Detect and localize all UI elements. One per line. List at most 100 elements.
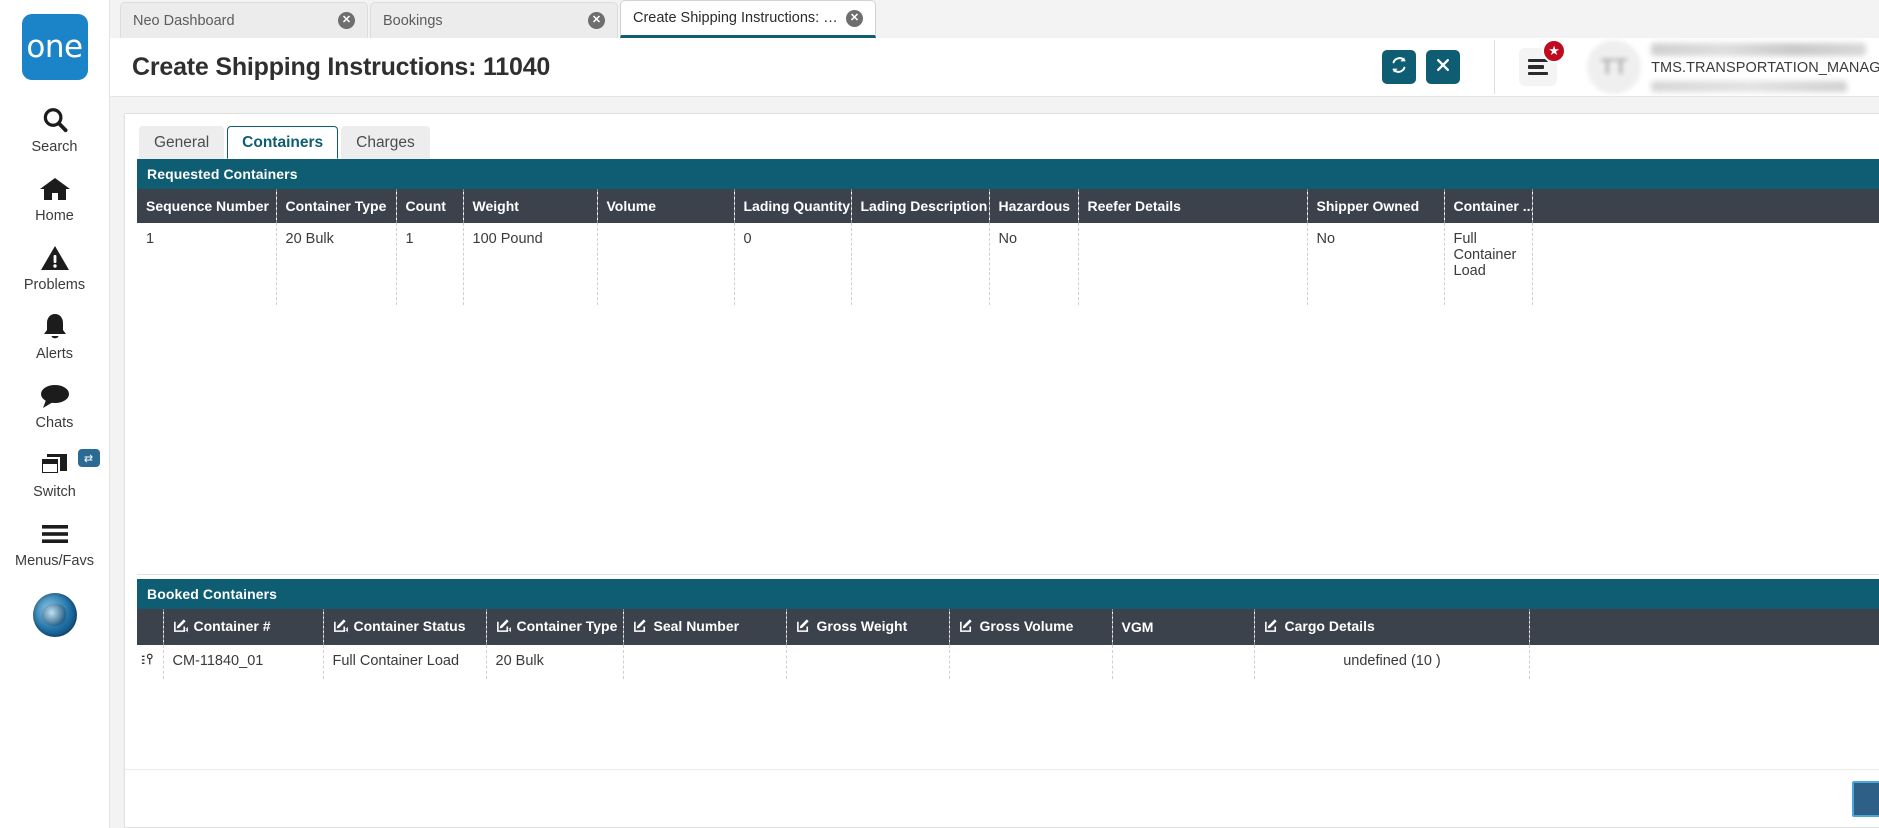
left-nav-rail: one Search Home Problems Alerts Chats ⇄ … <box>0 0 110 828</box>
user-org-redacted <box>1651 80 1848 92</box>
column-header-filler <box>1532 189 1879 223</box>
hamburger-menu-icon <box>1528 58 1549 76</box>
search-icon <box>40 102 70 138</box>
cell-container-type[interactable]: 20 Bulk <box>276 223 397 305</box>
sidebar-item-home[interactable]: Home <box>0 171 110 224</box>
table-row[interactable]: CM-11840_01 Full Container Load 20 Bulk … <box>137 645 1879 679</box>
column-header-container-load[interactable]: Container ... <box>1444 189 1533 223</box>
column-header-label: Container Status <box>353 618 466 634</box>
user-info: TMS.TRANSPORTATION_MANAGER <box>1651 42 1879 92</box>
cell-cargo-details[interactable]: undefined (10 ) <box>1254 645 1530 679</box>
browser-tab-bookings[interactable]: Bookings ✕ <box>370 2 618 38</box>
sidebar-item-chats[interactable]: Chats <box>0 378 110 431</box>
cell-count[interactable]: 1 <box>396 223 464 305</box>
row-detail-icon[interactable] <box>141 653 155 670</box>
cell-lading-description[interactable] <box>851 223 990 305</box>
column-header-container-type[interactable]: Container Type <box>276 189 397 223</box>
sidebar-item-menus-favs[interactable]: Menus/Favs <box>0 516 110 569</box>
column-header-filler <box>1529 609 1879 645</box>
page-body: General Containers Charges Requested Con… <box>110 97 1879 828</box>
svg-text:∗: ∗ <box>507 625 510 633</box>
tab-containers[interactable]: Containers <box>227 126 339 159</box>
column-header-lading-quantity[interactable]: Lading Quantity <box>734 189 852 223</box>
close-x-icon <box>1435 57 1451 78</box>
sidebar-item-label: Chats <box>35 415 74 431</box>
column-header-count[interactable]: Count <box>396 189 464 223</box>
cell-container-type[interactable]: 20 Bulk <box>486 645 624 679</box>
column-header-gross-volume[interactable]: Gross Volume <box>949 609 1113 645</box>
column-header-shipper-owned[interactable]: Shipper Owned <box>1307 189 1445 223</box>
application-root: one Search Home Problems Alerts Chats ⇄ … <box>0 0 1879 828</box>
cell-hazardous[interactable]: No <box>989 223 1079 305</box>
close-page-button[interactable] <box>1426 50 1461 84</box>
booked-containers-empty-space <box>137 679 1879 749</box>
edit-required-icon: ∗ <box>496 618 514 636</box>
cell-container-number[interactable]: CM-11840_01 <box>163 645 324 679</box>
cell-gross-weight[interactable] <box>786 645 950 679</box>
table-header-row: Sequence Number Container Type Count Wei… <box>137 189 1879 223</box>
edit-icon <box>959 618 974 636</box>
browser-tab-label: Neo Dashboard <box>133 12 235 29</box>
cell-container-load[interactable]: Full Container Load <box>1444 223 1533 305</box>
column-header-container-number[interactable]: ∗ Container # <box>163 609 324 645</box>
column-header-reefer-details[interactable]: Reefer Details <box>1078 189 1308 223</box>
column-header-hazardous[interactable]: Hazardous <box>989 189 1079 223</box>
table-row[interactable]: 1 20 Bulk 1 100 Pound 0 No No Full Conta… <box>137 223 1879 305</box>
column-header-gross-weight[interactable]: Gross Weight <box>786 609 950 645</box>
column-header-lading-description[interactable]: Lading Description <box>851 189 990 223</box>
cell-volume[interactable] <box>597 223 735 305</box>
refresh-button[interactable] <box>1382 50 1417 84</box>
sidebar-item-alerts[interactable]: Alerts <box>0 309 110 362</box>
cell-reefer-details[interactable] <box>1078 223 1308 305</box>
save-button[interactable]: Save <box>1851 780 1879 817</box>
ai-assistant-avatar[interactable] <box>32 593 77 637</box>
sidebar-item-problems[interactable]: Problems <box>0 240 110 293</box>
column-header-label: Gross Volume <box>979 618 1074 634</box>
column-header-weight[interactable]: Weight <box>463 189 598 223</box>
column-header-label: Seal Number <box>653 618 740 634</box>
browser-tab-create-shipping-instructions[interactable]: Create Shipping Instructions: 11... ✕ <box>620 0 876 38</box>
cell-filler <box>1532 223 1879 305</box>
cell-seal-number[interactable] <box>623 645 787 679</box>
app-menu-button[interactable]: ★ <box>1519 39 1567 86</box>
windows-stack-icon <box>39 447 71 483</box>
booked-containers-grid: Booked Containers Container # Container … <box>137 579 1879 749</box>
form-tab-bar: General Containers Charges <box>125 114 1879 159</box>
column-header-cargo-details[interactable]: Cargo Details <box>1254 609 1530 645</box>
cell-weight[interactable]: 100 Pound <box>463 223 598 305</box>
column-header-volume[interactable]: Volume <box>597 189 735 223</box>
requested-containers-table: Sequence Number Container Type Count Wei… <box>137 189 1879 305</box>
cell-vgm[interactable] <box>1112 645 1255 679</box>
browser-tab-label: Create Shipping Instructions: 11... <box>633 10 840 26</box>
cell-gross-volume[interactable] <box>949 645 1113 679</box>
sidebar-item-search[interactable]: Search <box>0 102 110 155</box>
one-logo[interactable]: one <box>21 14 88 80</box>
sidebar-item-label: Home <box>35 208 74 224</box>
close-icon[interactable]: ✕ <box>588 12 605 29</box>
avatar-initials: TT <box>1600 54 1628 79</box>
close-icon[interactable]: ✕ <box>338 12 355 29</box>
svg-text:∗: ∗ <box>344 625 347 633</box>
chat-bubble-icon <box>39 378 71 414</box>
cell-lading-quantity[interactable]: 0 <box>734 223 852 305</box>
sidebar-item-switch[interactable]: ⇄ Switch <box>0 447 110 500</box>
cell-row-handle[interactable] <box>137 645 164 679</box>
column-header-seal-number[interactable]: Seal Number <box>623 609 787 645</box>
cell-sequence-number[interactable]: 1 <box>137 223 277 305</box>
page-header: Create Shipping Instructions: 11040 ★ TT… <box>110 38 1879 97</box>
swap-arrows-icon[interactable]: ⇄ <box>77 449 100 467</box>
requested-containers-title: Requested Containers <box>137 159 1879 189</box>
browser-tab-neo-dashboard[interactable]: Neo Dashboard ✕ <box>120 2 368 38</box>
refresh-icon <box>1390 56 1408 79</box>
column-header-vgm[interactable]: VGM <box>1112 609 1255 645</box>
tab-charges[interactable]: Charges <box>341 126 430 159</box>
column-header-sequence-number[interactable]: Sequence Number <box>137 189 277 223</box>
requested-containers-empty-space <box>137 305 1879 575</box>
close-icon[interactable]: ✕ <box>846 9 863 27</box>
column-header-label: Container Type <box>516 618 618 634</box>
column-header-container-status[interactable]: ∗ Container Status <box>323 609 487 645</box>
cell-shipper-owned[interactable]: No <box>1307 223 1445 305</box>
cell-container-status[interactable]: Full Container Load <box>323 645 487 679</box>
column-header-container-type[interactable]: ∗ Container Type <box>486 609 624 645</box>
tab-general[interactable]: General <box>139 126 225 159</box>
